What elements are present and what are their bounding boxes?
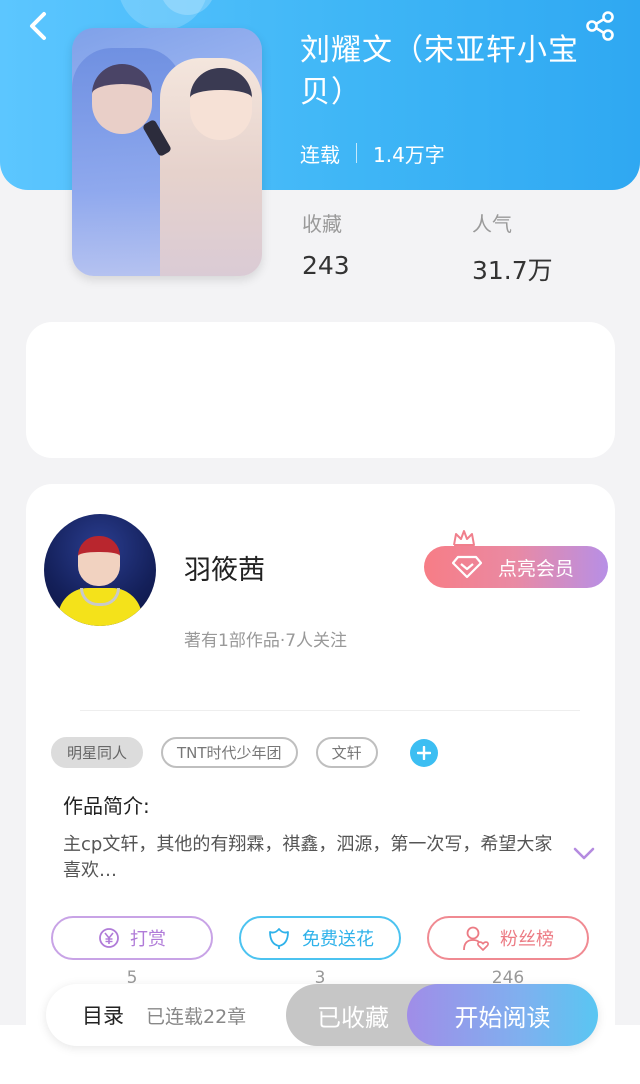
toc-button[interactable]: 目录: [82, 1000, 124, 1030]
empty-card: [26, 322, 615, 458]
send-flower-button[interactable]: 免费送花: [239, 916, 401, 960]
start-reading-button[interactable]: 开始阅读: [407, 984, 598, 1046]
stat-favorites: 收藏 243: [302, 208, 472, 287]
author-name[interactable]: 羽筱茜: [184, 548, 265, 587]
vip-button[interactable]: 点亮会员: [424, 546, 608, 588]
bottom-action-bar: 目录 已连载22章 已收藏 开始阅读: [46, 984, 598, 1046]
meta-divider: [356, 143, 357, 163]
divider: [80, 710, 580, 711]
favorited-label: 已收藏: [317, 1003, 389, 1032]
book-title: 刘耀文（宋亚轩小宝贝）: [300, 33, 579, 110]
stat-label: 收藏: [302, 212, 342, 236]
flower-icon: [269, 928, 289, 949]
tag-item[interactable]: 明星同人: [51, 737, 144, 768]
author-avatar[interactable]: [44, 514, 156, 626]
fans-rank-button[interactable]: 粉丝榜: [427, 916, 589, 960]
chevron-left-icon: [30, 12, 46, 40]
stat-value: 243: [302, 251, 350, 280]
tag-item[interactable]: TNT时代少年团: [161, 737, 298, 768]
fans-rank-label: 粉丝榜: [500, 929, 554, 950]
tag-item[interactable]: 文轩: [315, 737, 378, 768]
start-reading-label: 开始阅读: [454, 1003, 551, 1032]
word-count: 1.4万字: [373, 142, 445, 167]
book-stats: 收藏 243 人气 31.7万: [302, 208, 640, 287]
chapter-count[interactable]: 已连载22章: [146, 1002, 246, 1029]
serial-status: 连载: [300, 142, 340, 167]
action-buttons: 打赏 免费送花 粉丝榜: [51, 916, 589, 960]
share-icon: [586, 11, 614, 41]
intro-title: 作品简介:: [63, 794, 150, 818]
stat-label: 人气: [472, 212, 512, 236]
crown-icon: [453, 530, 475, 546]
reward-button[interactable]: 打赏: [51, 916, 213, 960]
yen-coin-icon: [99, 928, 119, 948]
stat-popularity: 人气 31.7万: [472, 208, 640, 287]
stat-value: 31.7万: [472, 256, 553, 285]
vip-label: 点亮会员: [498, 557, 575, 580]
reward-label: 打赏: [130, 929, 166, 950]
diamond-icon: [452, 555, 482, 579]
add-tag-button[interactable]: [409, 738, 438, 767]
send-flower-label: 免费送花: [302, 929, 374, 950]
back-button[interactable]: [20, 8, 56, 44]
book-cover-image[interactable]: [72, 28, 262, 276]
user-heart-icon: [463, 926, 489, 951]
plus-icon: [416, 745, 431, 760]
intro-text: 主cp文轩，其他的有翔霖，祺鑫，泗源，第一次写，希望大家喜欢…: [63, 834, 553, 881]
share-button[interactable]: [582, 8, 618, 44]
tag-list: 明星同人 TNT时代少年团 文轩: [51, 737, 438, 768]
chevron-down-icon[interactable]: [572, 846, 596, 862]
author-subtitle: 著有1部作品·7人关注: [184, 631, 348, 651]
book-meta: 连载 1.4万字: [300, 138, 445, 168]
